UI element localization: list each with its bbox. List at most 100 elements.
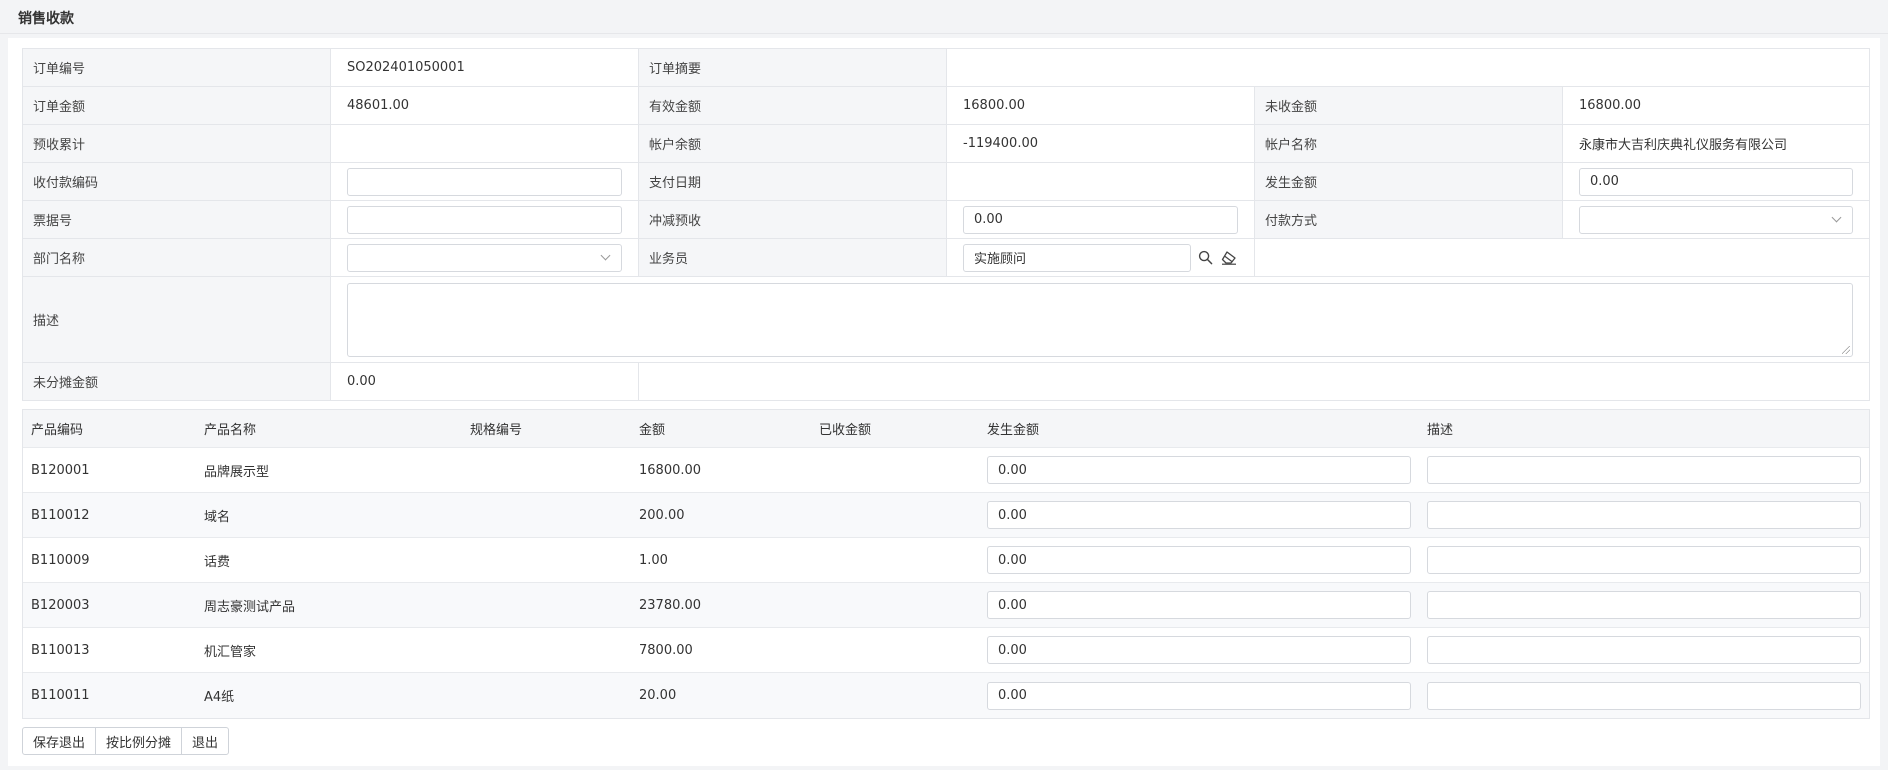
amount: 1.00 — [639, 552, 668, 568]
column-header: 金额 — [639, 423, 666, 438]
column-header: 规格编号 — [470, 423, 523, 438]
order-summary-value — [947, 49, 1869, 86]
product-code: B110011 — [31, 688, 90, 703]
dept-cell — [331, 239, 639, 276]
form-row: 预收累计 帐户余额 -119400.00 帐户名称 永康市大吉利庆典礼仪服务有限… — [23, 125, 1869, 163]
product-table: 产品编码 产品名称 规格编号 金额 已收金额 发生金额 描述 B120001 品… — [22, 409, 1870, 719]
page-title: 销售收款 — [0, 0, 1888, 34]
table-row: B110013 机汇管家 7800.00 — [23, 628, 1869, 673]
occur-cell — [979, 591, 1419, 619]
occur-cell — [979, 636, 1419, 664]
main-content: 订单编号 SO202401050001 订单摘要 订单金额 48601.00 有… — [8, 38, 1880, 766]
column-header: 产品名称 — [204, 423, 257, 438]
product-name: 话费 — [204, 554, 231, 570]
product-name: 域名 — [204, 509, 231, 525]
occur-amount-input[interactable] — [987, 591, 1411, 619]
account-name-value: 永康市大吉利庆典礼仪服务有限公司 — [1563, 125, 1869, 162]
occur-amount-input[interactable] — [987, 636, 1411, 664]
effective-amount-label: 有效金额 — [639, 87, 947, 124]
offset-prepaid-input[interactable] — [963, 205, 1238, 234]
desc-cell — [1419, 591, 1869, 619]
salesman-cell — [947, 239, 1255, 276]
row-description-input[interactable] — [1427, 546, 1861, 574]
desc-cell — [1419, 681, 1869, 710]
table-row: B110009 话费 1.00 — [23, 538, 1869, 583]
amount: 200.00 — [639, 507, 685, 523]
pay-date-value[interactable] — [947, 163, 1255, 200]
description-label: 描述 — [23, 277, 331, 362]
payment-form: 订单编号 SO202401050001 订单摘要 订单金额 48601.00 有… — [22, 48, 1870, 401]
column-header: 产品编码 — [31, 423, 84, 438]
resize-handle[interactable] — [1842, 345, 1850, 354]
receipt-no-input[interactable] — [347, 205, 622, 234]
form-row: 收付款编码 支付日期 发生金额 — [23, 163, 1869, 201]
payment-code-label: 收付款编码 — [23, 163, 331, 200]
desc-cell — [1419, 546, 1869, 574]
row-description-input[interactable] — [1427, 591, 1861, 619]
order-summary-label: 订单摘要 — [639, 49, 947, 86]
uncollected-value: 16800.00 — [1563, 87, 1869, 124]
salesman-label: 业务员 — [639, 239, 947, 276]
occur-cell — [979, 546, 1419, 574]
receipt-no-label: 票据号 — [23, 201, 331, 238]
dept-select[interactable] — [347, 243, 622, 272]
product-name: 机汇管家 — [204, 644, 257, 660]
account-balance-label: 帐户余额 — [639, 125, 947, 162]
description-textarea[interactable] — [347, 282, 1853, 357]
uncollected-label: 未收金额 — [1255, 87, 1563, 124]
table-row: B120001 品牌展示型 16800.00 — [23, 448, 1869, 493]
order-no-label: 订单编号 — [23, 49, 331, 86]
form-row: 订单编号 SO202401050001 订单摘要 — [23, 49, 1869, 87]
effective-amount-value: 16800.00 — [947, 87, 1255, 124]
payment-code-cell — [331, 163, 639, 200]
table-header: 产品编码 产品名称 规格编号 金额 已收金额 发生金额 描述 — [23, 410, 1869, 448]
form-row: 订单金额 48601.00 有效金额 16800.00 未收金额 16800.0… — [23, 87, 1869, 125]
payment-code-input[interactable] — [347, 167, 622, 196]
form-row: 票据号 冲减预收 付款方式 — [23, 201, 1869, 239]
occur-amount-input[interactable] — [987, 501, 1411, 529]
exit-button[interactable]: 退出 — [181, 727, 230, 755]
product-code: B120001 — [31, 462, 90, 478]
product-name: 周志豪测试产品 — [204, 599, 296, 615]
product-code: B110012 — [31, 507, 90, 523]
account-balance-value: -119400.00 — [947, 125, 1255, 162]
order-no-value: SO202401050001 — [331, 49, 639, 86]
save-exit-button[interactable]: 保存退出 — [22, 727, 97, 755]
pay-method-cell — [1563, 201, 1869, 238]
table-row: B110011 A4纸 20.00 — [23, 673, 1869, 718]
row-description-input[interactable] — [1427, 681, 1861, 710]
product-code: B110009 — [31, 552, 90, 568]
row-description-input[interactable] — [1427, 501, 1861, 529]
amount: 23780.00 — [639, 597, 702, 613]
unallocated-label: 未分摊金额 — [23, 363, 331, 400]
search-icon[interactable] — [1197, 249, 1214, 267]
pay-method-select[interactable] — [1579, 205, 1853, 234]
product-code: B110013 — [31, 642, 90, 658]
row-description-input[interactable] — [1427, 636, 1861, 664]
prepaid-total-value — [331, 125, 639, 162]
occur-amount-input[interactable] — [1579, 167, 1853, 196]
occur-cell — [979, 681, 1419, 710]
form-row: 未分摊金额 0.00 — [23, 363, 1869, 401]
eraser-icon[interactable] — [1221, 249, 1238, 267]
offset-prepaid-label: 冲减预收 — [639, 201, 947, 238]
empty-cell — [1255, 239, 1869, 276]
empty-cell — [639, 363, 1869, 400]
offset-prepaid-cell — [947, 201, 1255, 238]
allocate-proportionally-button[interactable]: 按比例分摊 — [95, 727, 183, 755]
column-header: 发生金额 — [987, 423, 1040, 438]
pay-method-label: 付款方式 — [1255, 201, 1563, 238]
product-name: 品牌展示型 — [204, 464, 270, 480]
occur-amount-input[interactable] — [987, 456, 1411, 484]
row-description-input[interactable] — [1427, 456, 1861, 484]
amount: 7800.00 — [639, 642, 693, 658]
action-buttons: 保存退出 按比例分摊 退出 — [22, 727, 1866, 755]
amount: 20.00 — [639, 688, 677, 703]
column-header: 已收金额 — [819, 423, 872, 438]
occur-amount-label: 发生金额 — [1255, 163, 1563, 200]
form-row: 部门名称 业务员 — [23, 239, 1869, 277]
salesman-input[interactable] — [963, 243, 1192, 272]
occur-amount-input[interactable] — [987, 546, 1411, 574]
order-amount-label: 订单金额 — [23, 87, 331, 124]
occur-amount-input[interactable] — [987, 681, 1411, 710]
